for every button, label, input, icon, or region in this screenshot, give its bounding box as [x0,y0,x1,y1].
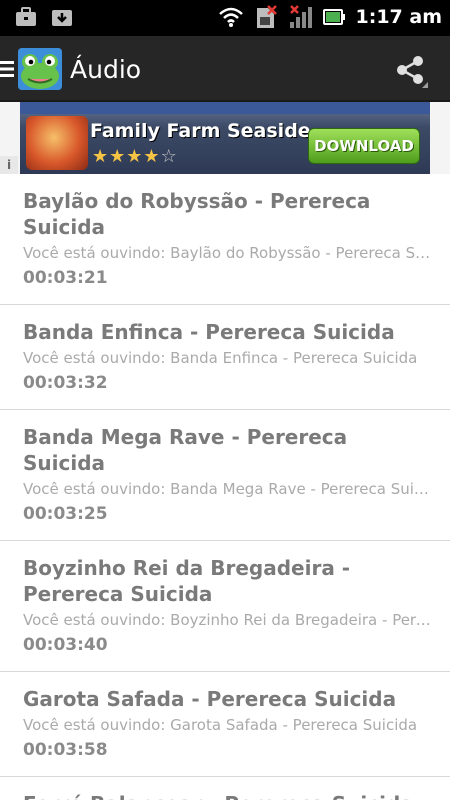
list-item[interactable]: Forró Balancear - Perereca Suicida [0,777,450,800]
status-bar: 1:17 am [0,0,450,36]
track-duration: 00:03:58 [23,740,108,760]
list-item[interactable]: Boyzinho Rei da Bregadeira - Perereca Su… [0,541,450,672]
ad-rating-stars: ★★★★☆ [92,146,178,167]
list-item[interactable]: Garota Safada - Perereca Suicida Você es… [0,672,450,777]
briefcase-icon [16,7,36,26]
star-empty-icon: ☆ [160,146,178,167]
page-title: Áudio [70,55,142,84]
ad-game-image [26,116,88,170]
clock: 1:17 am [355,6,443,28]
list-item[interactable]: Banda Enfinca - Perereca Suicida Você es… [0,305,450,410]
track-subtitle: Você está ouvindo: Banda Enfinca - Perer… [23,349,418,367]
battery-icon [322,9,345,25]
no-sim-icon [256,5,277,28]
download-icon [52,10,72,26]
star-icon: ★ [109,146,127,167]
menu-icon[interactable] [0,60,14,78]
track-title: Baylão do Robyssão - Perereca Suicida [23,189,371,239]
ad-container: Family Farm Seaside ★★★★☆ DOWNLOAD i [0,102,450,174]
track-duration: 00:03:21 [23,268,108,288]
ad-top-strip [20,102,430,114]
list-item[interactable]: Banda Mega Rave - Perereca Suicida Você … [0,410,450,541]
ad-title: Family Farm Seaside [90,120,311,142]
signal-icon [289,5,312,28]
track-title: Banda Mega Rave - Perereca Suicida [23,425,348,475]
wifi-icon [218,7,243,27]
star-icon: ★ [143,146,161,167]
list-item[interactable]: Baylão do Robyssão - Perereca Suicida Vo… [0,174,450,305]
track-duration: 00:03:40 [23,635,108,655]
ad-info-icon[interactable]: i [0,156,18,174]
track-title: Banda Enfinca - Perereca Suicida [23,320,395,344]
track-subtitle: Você está ouvindo: Garota Safada - Perer… [23,716,418,734]
star-icon: ★ [126,146,144,167]
track-subtitle: Você está ouvindo: Boyzinho Rei da Brega… [23,611,433,629]
track-title: Forró Balancear - Perereca Suicida [23,791,436,800]
star-icon: ★ [92,146,110,167]
track-subtitle: Você está ouvindo: Baylão do Robyssão - … [23,244,433,262]
ad-banner[interactable]: Family Farm Seaside ★★★★☆ DOWNLOAD [20,102,430,174]
frog-app-icon[interactable] [18,48,62,90]
action-bar: Áudio [0,36,450,102]
track-title: Boyzinho Rei da Bregadeira - Perereca Su… [23,556,351,606]
share-icon[interactable] [392,52,428,88]
track-list: Baylão do Robyssão - Perereca Suicida Vo… [0,174,450,800]
track-title: Garota Safada - Perereca Suicida [23,687,397,711]
ad-download-button[interactable]: DOWNLOAD [308,128,420,164]
track-duration: 00:03:25 [23,504,108,524]
track-subtitle: Você está ouvindo: Banda Mega Rave - Per… [23,480,433,498]
track-duration: 00:03:32 [23,373,108,393]
